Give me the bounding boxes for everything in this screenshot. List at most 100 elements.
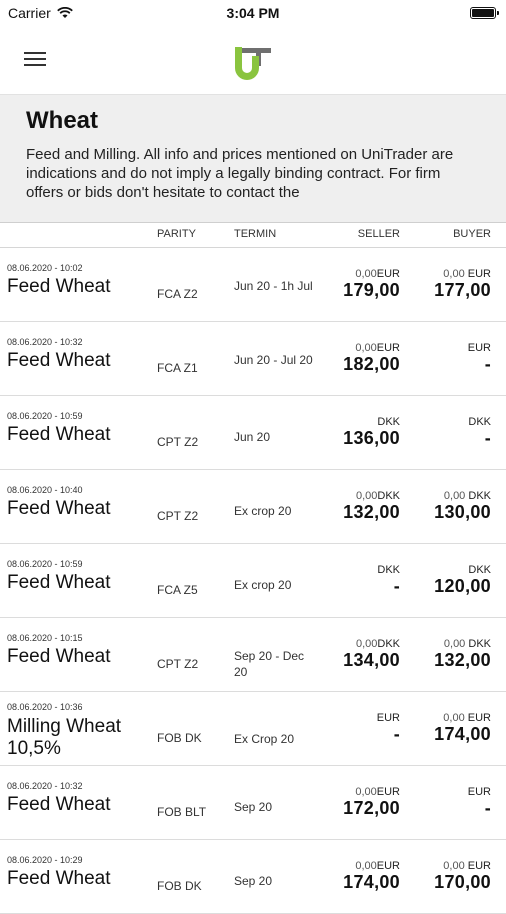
buyer-currency: EUR [467, 786, 491, 798]
buyer-price: 0,00 DKK 130,00 [434, 490, 491, 523]
row-date: 08.06.2020 - 10:40 [7, 485, 83, 495]
seller-currency: EUR [376, 342, 400, 354]
row-parity: FCA Z2 [157, 287, 198, 301]
seller-currency: DKK [377, 638, 400, 650]
buyer-value: - [484, 428, 491, 448]
row-product: Feed Wheat [7, 276, 111, 297]
buyer-change: 0,00 [443, 860, 465, 872]
buyer-currency: EUR [467, 268, 491, 280]
row-product: Feed Wheat [7, 646, 111, 667]
seller-change: 0,00 [355, 342, 377, 354]
price-row[interactable]: 08.06.2020 - 10:40 Feed Wheat CPT Z2 Ex … [0, 470, 506, 544]
seller-price: 0,00EUR 172,00 [343, 786, 400, 819]
seller-price: 0,00DKK 134,00 [343, 638, 400, 671]
buyer-currency: DKK [468, 638, 491, 650]
row-termin: Ex Crop 20 [234, 732, 295, 746]
row-date: 08.06.2020 - 10:32 [7, 337, 83, 347]
battery-icon [470, 7, 499, 19]
row-parity: FOB BLT [157, 805, 207, 819]
buyer-price: DKK - [468, 416, 491, 449]
buyer-currency: DKK [468, 564, 491, 576]
row-parity: CPT Z2 [157, 435, 199, 449]
seller-value: - [393, 576, 400, 596]
seller-price: DKK - [377, 564, 400, 597]
category-header: Wheat Feed and Milling. All info and pri… [0, 95, 506, 223]
buyer-price: 0,00 EUR 177,00 [434, 268, 491, 301]
buyer-value: 132,00 [434, 650, 491, 670]
price-row[interactable]: 08.06.2020 - 10:32 Feed Wheat FOB BLT Se… [0, 766, 506, 840]
row-termin: Jun 20 - 1h Jul [234, 279, 313, 293]
buyer-price: DKK 120,00 [434, 564, 491, 597]
row-date: 08.06.2020 - 10:29 [7, 855, 83, 865]
seller-value: - [393, 724, 400, 744]
row-termin: Sep 20 - Dec 20 [234, 649, 305, 679]
row-parity: FCA Z1 [157, 361, 198, 375]
row-date: 08.06.2020 - 10:59 [7, 559, 83, 569]
buyer-currency: EUR [467, 342, 491, 354]
price-row[interactable]: 08.06.2020 - 10:59 Feed Wheat FCA Z5 Ex … [0, 544, 506, 618]
seller-currency: EUR [376, 786, 400, 798]
buyer-change: 0,00 [443, 712, 465, 724]
buyer-currency: EUR [467, 860, 491, 872]
seller-price: 0,00EUR 179,00 [343, 268, 400, 301]
column-parity: PARITY [157, 228, 196, 240]
seller-value: 179,00 [343, 280, 400, 300]
seller-price: 0,00DKK 132,00 [343, 490, 400, 523]
row-date: 08.06.2020 - 10:32 [7, 781, 83, 791]
seller-currency: DKK [377, 416, 400, 428]
status-time: 3:04 PM [226, 5, 280, 21]
row-product: Feed Wheat [7, 424, 111, 445]
price-row[interactable]: 08.06.2020 - 10:15 Feed Wheat CPT Z2 Sep… [0, 618, 506, 692]
seller-change: 0,00 [355, 268, 377, 280]
buyer-price: 0,00 DKK 132,00 [434, 638, 491, 671]
buyer-value: 170,00 [434, 872, 491, 892]
buyer-currency: DKK [468, 490, 491, 502]
buyer-value: 130,00 [434, 502, 491, 522]
seller-value: 182,00 [343, 354, 400, 374]
column-buyer: BUYER [453, 228, 491, 240]
price-row[interactable]: 08.06.2020 - 10:36 Milling Wheat 10,5% F… [0, 692, 506, 766]
row-product: Feed Wheat [7, 794, 111, 815]
row-date: 08.06.2020 - 10:02 [7, 263, 83, 273]
price-row[interactable]: 08.06.2020 - 10:32 Feed Wheat FCA Z1 Jun… [0, 322, 506, 396]
seller-currency: EUR [376, 268, 400, 280]
seller-currency: EUR [376, 860, 400, 872]
seller-value: 174,00 [343, 872, 400, 892]
row-termin: Ex crop 20 [234, 578, 292, 592]
seller-price: 0,00EUR 182,00 [343, 342, 400, 375]
row-product: Feed Wheat [7, 868, 111, 889]
price-row[interactable]: 08.06.2020 - 10:59 Feed Wheat CPT Z2 Jun… [0, 396, 506, 470]
row-termin: Sep 20 [234, 874, 273, 888]
seller-value: 172,00 [343, 798, 400, 818]
buyer-price: 0,00 EUR 174,00 [434, 712, 491, 745]
row-termin: Sep 20 [234, 800, 273, 814]
seller-change: 0,00 [355, 786, 377, 798]
buyer-price: EUR - [468, 786, 491, 819]
buyer-value: - [484, 354, 491, 374]
row-date: 08.06.2020 - 10:36 [7, 702, 83, 712]
price-row[interactable]: 08.06.2020 - 10:29 Feed Wheat FOB DK Sep… [0, 840, 506, 914]
seller-currency: DKK [377, 490, 400, 502]
row-product: Feed Wheat [7, 498, 111, 519]
price-row[interactable]: 08.06.2020 - 10:02 Feed Wheat FCA Z2 Jun… [0, 248, 506, 322]
buyer-value: 177,00 [434, 280, 491, 300]
row-termin: Jun 20 [234, 430, 271, 444]
column-termin: TERMIN [234, 228, 277, 240]
buyer-change: 0,00 [443, 268, 465, 280]
hamburger-menu-icon[interactable] [24, 50, 46, 68]
row-parity: CPT Z2 [157, 657, 199, 671]
seller-currency: EUR [376, 712, 400, 724]
row-parity: FCA Z5 [157, 583, 198, 597]
status-bar: Carrier 3:04 PM [0, 0, 506, 26]
seller-price: 0,00EUR 174,00 [343, 860, 400, 893]
column-seller: SELLER [357, 228, 400, 240]
row-date: 08.06.2020 - 10:15 [7, 633, 83, 643]
row-product: Feed Wheat [7, 350, 111, 371]
row-parity: FOB DK [157, 731, 202, 745]
seller-price: DKK 136,00 [343, 416, 400, 449]
seller-currency: DKK [377, 564, 400, 576]
row-product: Milling Wheat 10,5% [7, 716, 122, 759]
seller-change: 0,00 [355, 860, 377, 872]
unitrader-logo[interactable] [234, 40, 274, 80]
row-parity: FOB DK [157, 879, 202, 893]
